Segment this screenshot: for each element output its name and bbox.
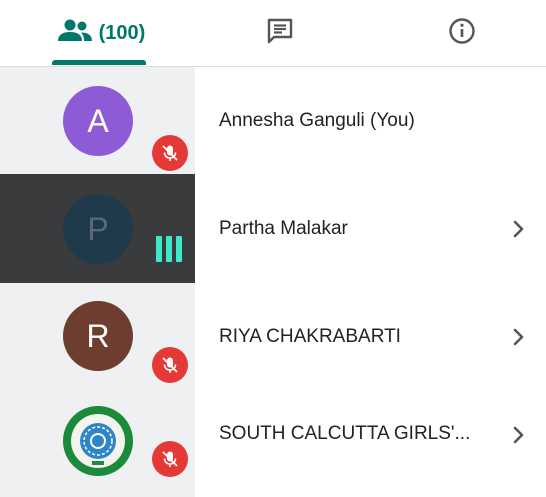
- participant-row[interactable]: A Annesha Ganguli (You): [0, 67, 546, 174]
- avatar: R: [63, 301, 133, 371]
- participant-row[interactable]: P Partha Malakar: [0, 174, 546, 283]
- participant-name: Annesha Ganguli (You): [219, 109, 415, 131]
- avatar-initial: A: [87, 102, 109, 139]
- participant-row[interactable]: R RIYA CHAKRABARTI: [0, 283, 546, 390]
- active-tab-indicator: [52, 60, 146, 65]
- mic-off-icon: [152, 135, 188, 171]
- participant-tile: [0, 390, 195, 497]
- mic-off-icon: [152, 347, 188, 383]
- participants-list: A Annesha Ganguli (You) P Partha Malakar…: [0, 67, 546, 497]
- chat-icon: [265, 16, 295, 51]
- avatar: A: [63, 86, 133, 156]
- tab-info[interactable]: [432, 0, 492, 66]
- participant-tile: A: [0, 67, 195, 174]
- chevron-right-icon[interactable]: [512, 327, 528, 347]
- tab-bar: (100): [0, 0, 546, 67]
- info-icon: [447, 16, 477, 51]
- participant-name: SOUTH CALCUTTA GIRLS'...: [219, 422, 471, 444]
- participant-tile: P: [0, 174, 195, 283]
- avatar-initial: P: [87, 210, 109, 247]
- mic-off-icon: [152, 441, 188, 477]
- people-icon: [57, 19, 93, 48]
- participant-name: RIYA CHAKRABARTI: [219, 325, 401, 347]
- tab-people[interactable]: (100): [42, 0, 160, 66]
- speaking-indicator-icon: [156, 236, 182, 262]
- chevron-right-icon[interactable]: [512, 425, 528, 445]
- participant-tile: R: [0, 283, 195, 390]
- chevron-right-icon[interactable]: [512, 219, 528, 239]
- participant-name: Partha Malakar: [219, 217, 348, 239]
- avatar-initial: R: [86, 317, 110, 354]
- tab-chat[interactable]: [250, 0, 310, 66]
- people-count: (100): [98, 21, 146, 44]
- participant-row[interactable]: SOUTH CALCUTTA GIRLS'...: [0, 390, 546, 497]
- avatar: P: [63, 194, 133, 264]
- school-logo-avatar: [63, 406, 133, 476]
